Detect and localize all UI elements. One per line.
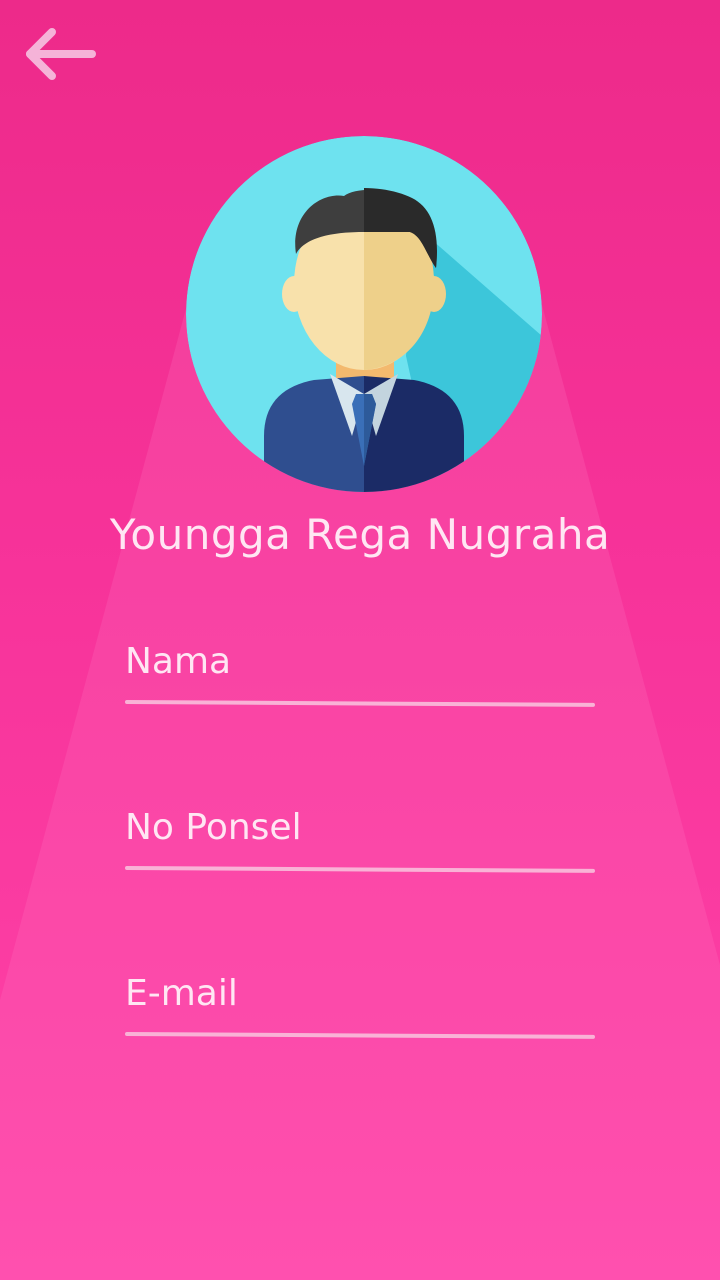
avatar bbox=[186, 136, 542, 492]
name-underline bbox=[124, 700, 596, 707]
back-button[interactable] bbox=[22, 26, 98, 84]
phone-input[interactable] bbox=[125, 792, 595, 862]
phone-field[interactable] bbox=[124, 792, 596, 882]
phone-underline bbox=[124, 866, 596, 873]
email-underline bbox=[124, 1032, 596, 1039]
email-field[interactable] bbox=[124, 958, 596, 1048]
arrow-left-icon bbox=[26, 28, 96, 80]
name-input[interactable] bbox=[125, 626, 595, 696]
businessman-avatar-icon bbox=[186, 136, 542, 492]
name-field[interactable] bbox=[124, 626, 596, 716]
profile-name: Youngga Rega Nugraha bbox=[109, 510, 611, 559]
email-input[interactable] bbox=[125, 958, 595, 1028]
